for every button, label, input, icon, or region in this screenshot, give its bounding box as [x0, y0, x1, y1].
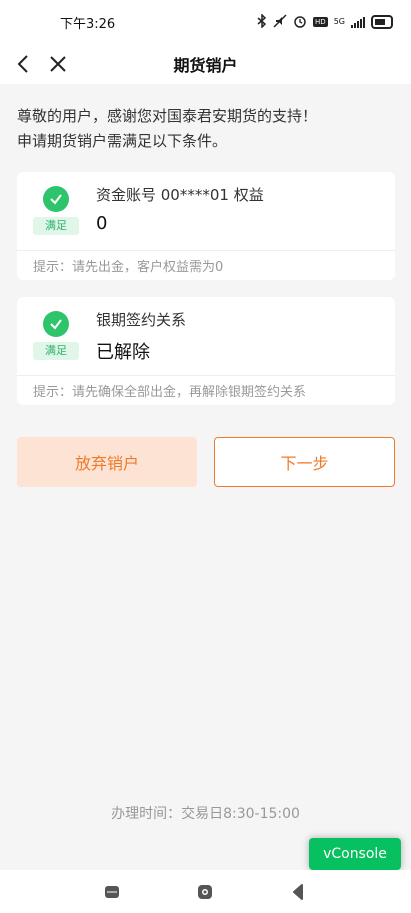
intro-line-2: 申请期货销户需满足以下条件。: [17, 132, 228, 150]
alarm-icon: [293, 14, 307, 31]
check-icon: [43, 311, 69, 337]
mute-icon: [273, 13, 287, 31]
condition-card-equity: 满足 资金账号 00****01 权益 0 提示：请先出金，客户权益需为0: [17, 172, 395, 280]
page-title: 期货销户: [173, 56, 238, 75]
condition-hint: 提示：请先出金，客户权益需为0: [33, 260, 224, 275]
close-icon[interactable]: [46, 52, 70, 76]
nav-bar: 期货销户: [0, 44, 411, 84]
back-nav-icon[interactable]: [289, 882, 309, 902]
intro-line-1: 尊敬的用户，感谢您对国泰君安期货的支持！: [17, 107, 318, 125]
divider: [17, 250, 395, 251]
status-icons: HD 5G: [257, 12, 393, 31]
home-icon[interactable]: [195, 882, 215, 902]
abandon-button[interactable]: 放弃销户: [17, 437, 197, 487]
condition-value: 已解除: [96, 342, 150, 363]
status-badge: 满足: [33, 217, 79, 235]
bluetooth-icon: [257, 12, 267, 31]
divider: [17, 375, 395, 376]
condition-label: 银期签约关系: [96, 311, 187, 329]
battery-icon: [371, 15, 393, 29]
status-bar: 下午3:26 HD 5G: [0, 0, 411, 44]
condition-hint: 提示：请先确保全部出金，再解除银期签约关系: [33, 385, 307, 400]
condition-card-bank: 满足 银期签约关系 已解除 提示：请先确保全部出金，再解除银期签约关系: [17, 297, 395, 405]
condition-label: 资金账号 00****01 权益: [96, 186, 264, 204]
menu-icon[interactable]: [102, 882, 122, 902]
status-time: 下午3:26: [60, 16, 116, 32]
system-nav-bar: [0, 870, 411, 913]
intro-text: 尊敬的用户，感谢您对国泰君安期货的支持！ 申请期货销户需满足以下条件。: [17, 104, 397, 154]
signal-icon: [351, 16, 365, 28]
status-badge: 满足: [33, 342, 79, 360]
vconsole-button[interactable]: vConsole: [309, 838, 401, 870]
condition-value: 0: [96, 213, 108, 234]
back-arrow-icon[interactable]: [12, 52, 36, 76]
hd-icon: HD: [313, 17, 328, 27]
business-hours: 办理时间：交易日8:30-15:00: [111, 806, 300, 822]
check-icon: [43, 186, 69, 212]
next-button[interactable]: 下一步: [214, 437, 395, 487]
network-type: 5G: [333, 17, 345, 26]
